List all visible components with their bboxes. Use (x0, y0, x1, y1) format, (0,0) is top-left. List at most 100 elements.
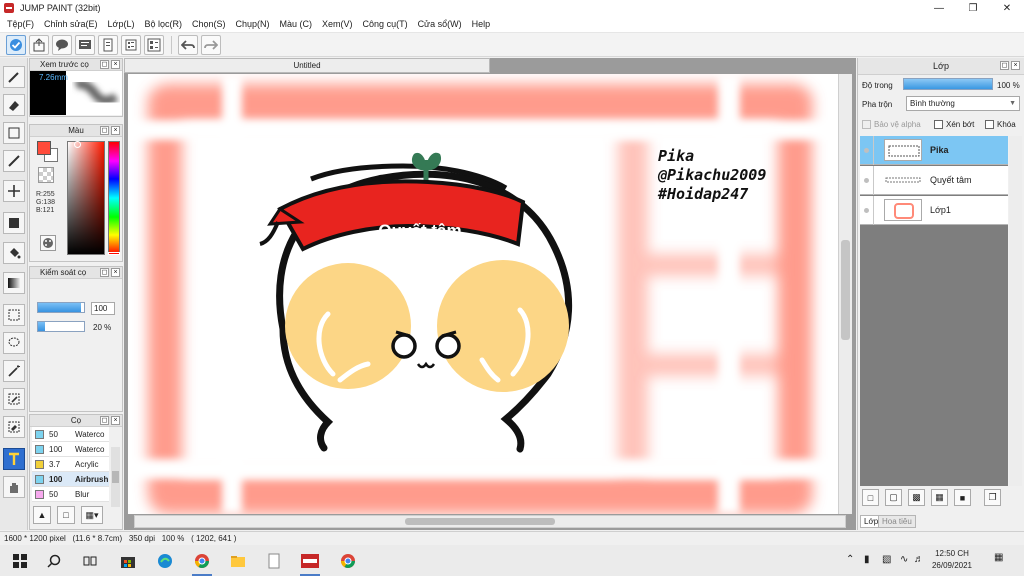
tab-navigator[interactable]: Hoa tiêu (878, 515, 916, 528)
store-icon[interactable] (116, 549, 140, 573)
menu-help[interactable]: Help (467, 19, 496, 29)
lasso-icon[interactable] (3, 332, 25, 354)
notification-icon[interactable]: ▦ (994, 552, 1003, 563)
windows-start-icon[interactable] (8, 549, 32, 573)
menu-tools[interactable]: Công cụ(T) (358, 19, 413, 29)
canvas-horizontal-scrollbar[interactable] (134, 515, 846, 528)
canvas[interactable]: Quyết tâm Pika @Pikachu2009 #Hoidap247 (128, 74, 838, 514)
float-icon[interactable]: ◻ (100, 416, 109, 425)
close-icon[interactable]: × (111, 268, 120, 277)
saturation-value-picker[interactable] (67, 141, 105, 255)
menu-edit[interactable]: Chỉnh sửa(E) (39, 19, 103, 29)
brush-size-slider[interactable] (37, 302, 85, 313)
layer-row-pika[interactable]: Pika (860, 135, 1008, 165)
chrome-icon-2[interactable] (336, 549, 360, 573)
brush-density-slider[interactable] (37, 321, 85, 332)
pattern-layer-icon[interactable]: ▦ (931, 489, 948, 506)
gradient-icon[interactable] (3, 272, 25, 294)
network-icon[interactable]: ▧ (882, 554, 891, 565)
brush-size-input[interactable]: 100 (91, 302, 115, 315)
close-icon[interactable]: × (111, 126, 120, 135)
brush-item[interactable]: 100 Waterco (32, 442, 109, 457)
list-icon[interactable] (121, 34, 141, 55)
layer-row-lop1[interactable]: Lớp1 (860, 195, 1008, 225)
brush-item[interactable]: 50 Waterco (32, 427, 109, 442)
hand-tool-icon[interactable] (3, 476, 25, 498)
text-tool-icon[interactable] (3, 448, 25, 470)
marquee-icon[interactable] (3, 304, 25, 326)
foreground-color-swatch[interactable] (37, 141, 51, 155)
minimize-button[interactable]: — (922, 0, 956, 16)
pen-icon[interactable] (3, 66, 25, 88)
hue-slider[interactable] (108, 141, 120, 255)
undo-icon[interactable] (178, 34, 198, 55)
export-icon[interactable] (29, 34, 49, 55)
system-clock[interactable]: 12:50 CH 26/09/2021 (928, 548, 976, 572)
layer-row-quyet-tam[interactable]: Quyết tâm (860, 165, 1008, 195)
jump-paint-taskbar-icon[interactable] (298, 549, 322, 576)
brush-icon[interactable] (3, 150, 25, 172)
checklist-icon[interactable] (144, 34, 164, 55)
brush-menu-icon[interactable]: ▦▾ (81, 506, 103, 524)
layer-list-scrollbar[interactable] (1009, 136, 1022, 486)
float-icon[interactable]: ◻ (1000, 61, 1009, 70)
opacity-slider[interactable] (903, 78, 993, 90)
clip-checkbox[interactable]: Xén bớt (934, 120, 974, 129)
canvas-tab[interactable]: Untitled (124, 58, 490, 73)
brush-item[interactable]: 3.7 Acrylic (32, 457, 109, 472)
select-pen-icon[interactable] (3, 388, 25, 410)
float-icon[interactable]: ◻ (100, 268, 109, 277)
hue-slider-handle[interactable] (108, 252, 120, 255)
speech-bubble-icon[interactable] (52, 34, 72, 55)
task-view-icon[interactable] (78, 549, 102, 573)
transparent-color-swatch[interactable] (38, 167, 54, 183)
menu-capture[interactable]: Chụp(N) (231, 19, 275, 29)
battery-icon[interactable]: ▮ (864, 554, 870, 565)
select-eraser-icon[interactable] (3, 416, 25, 438)
copy-layer-icon[interactable]: ▢ (885, 489, 902, 506)
menu-filter[interactable]: Bộ lọc(R) (139, 19, 187, 29)
close-button[interactable]: ✕ (990, 0, 1024, 16)
color-picker-cursor[interactable] (74, 141, 81, 148)
close-icon[interactable]: × (1011, 61, 1020, 70)
brush-item-selected[interactable]: 100 Airbrush (32, 472, 109, 487)
document-file-icon[interactable] (262, 549, 286, 573)
palette-icon[interactable] (40, 235, 56, 251)
blend-mode-select[interactable]: Bình thường ▼ (906, 96, 1020, 111)
file-explorer-icon[interactable] (226, 549, 250, 573)
edge-icon[interactable] (153, 549, 177, 573)
float-icon[interactable]: ◻ (100, 60, 109, 69)
protect-alpha-checkbox[interactable]: Bảo vệ alpha (862, 120, 921, 129)
merge-layer-icon[interactable]: ▩ (908, 489, 925, 506)
duplicate-icon[interactable]: ❐ (984, 489, 1001, 506)
bucket-icon[interactable] (3, 242, 25, 264)
magic-wand-icon[interactable] (3, 360, 25, 382)
menu-layer[interactable]: Lớp(L) (103, 19, 140, 29)
float-icon[interactable]: ◻ (100, 126, 109, 135)
menu-window[interactable]: Cửa sổ(W) (413, 19, 467, 29)
canvas-vertical-scrollbar[interactable] (838, 74, 852, 514)
menu-file[interactable]: Tệp(F) (2, 19, 39, 29)
menu-color[interactable]: Màu (C) (275, 19, 318, 29)
redo-icon[interactable] (201, 34, 221, 55)
search-icon[interactable] (42, 549, 66, 573)
chrome-icon[interactable] (190, 549, 214, 576)
tree-icon[interactable]: ▲ (33, 506, 51, 524)
lock-checkbox[interactable]: Khóa (985, 120, 1016, 129)
volume-icon[interactable]: ♬ (914, 554, 924, 565)
new-layer-icon[interactable]: □ (862, 489, 879, 506)
check-icon[interactable] (6, 34, 26, 55)
brush-list-scrollbar[interactable] (111, 447, 120, 507)
brush-item[interactable]: 50 Blur (32, 487, 109, 502)
visibility-icon[interactable] (860, 135, 874, 165)
close-icon[interactable]: × (111, 60, 120, 69)
visibility-icon[interactable] (860, 165, 874, 195)
maximize-button[interactable]: ❐ (956, 0, 990, 16)
close-icon[interactable]: × (111, 416, 120, 425)
visibility-icon[interactable] (860, 195, 874, 225)
folder-icon[interactable]: ■ (954, 489, 971, 506)
wifi-icon[interactable]: ∿ (900, 554, 908, 565)
chevron-up-icon[interactable]: ⌃ (846, 554, 854, 565)
menu-view[interactable]: Xem(V) (317, 19, 358, 29)
fill-rect-icon[interactable] (3, 212, 25, 234)
